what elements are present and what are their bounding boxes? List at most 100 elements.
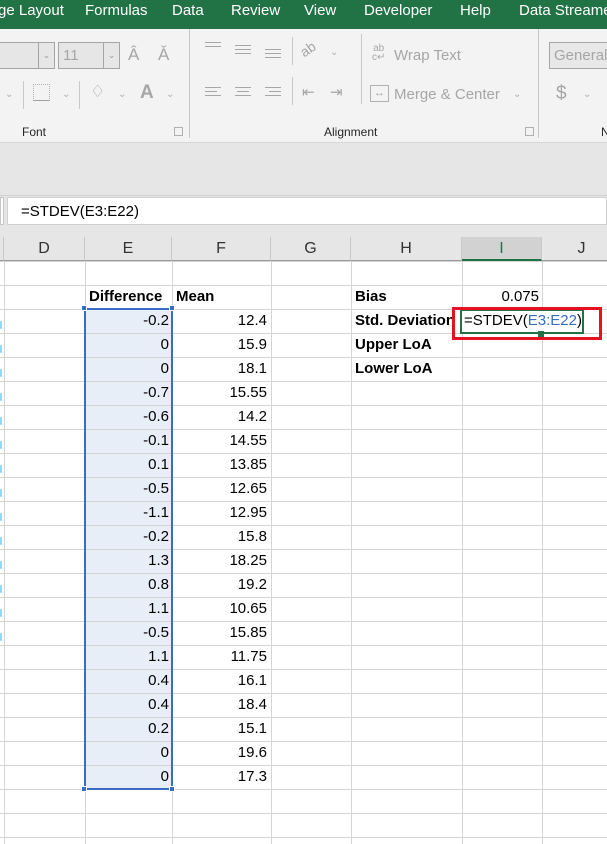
column-c-partial-content — [0, 321, 2, 329]
row-gridline — [0, 837, 607, 838]
mean-cell[interactable]: 15.55 — [172, 381, 270, 405]
mean-cell[interactable]: 12.4 — [172, 309, 270, 333]
bias-value-cell[interactable]: 0.075 — [462, 285, 542, 309]
mean-cell[interactable]: 12.95 — [172, 501, 270, 525]
divider — [79, 81, 80, 109]
range-resize-handle[interactable] — [169, 305, 175, 311]
font-color-icon[interactable]: A — [140, 82, 154, 104]
font-size-combo[interactable]: 11 ⌄ — [58, 42, 120, 69]
chevron-down-icon[interactable]: ⌄ — [38, 43, 54, 68]
mean-cell[interactable]: 16.1 — [172, 669, 270, 693]
chevron-down-icon[interactable]: ⌄ — [166, 89, 174, 100]
borders-icon[interactable] — [33, 84, 50, 101]
divider — [361, 34, 362, 104]
mean-cell[interactable]: 19.2 — [172, 573, 270, 597]
bias-label-cell[interactable]: Bias — [351, 285, 462, 309]
align-left-icon[interactable] — [205, 87, 221, 99]
range-resize-handle[interactable] — [81, 305, 87, 311]
wrap-text-button[interactable]: Wrap Text — [394, 47, 461, 64]
column-header-d[interactable]: D — [4, 237, 85, 261]
font-name-combo[interactable]: ⌄ — [0, 42, 55, 69]
lower-loa-label-cell[interactable]: Lower LoA — [351, 357, 462, 381]
range-resize-handle[interactable] — [169, 786, 175, 792]
mean-cell[interactable]: 19.6 — [172, 741, 270, 765]
mean-cell[interactable]: 18.25 — [172, 549, 270, 573]
formula-input[interactable]: =STDEV(E3:E22) — [7, 197, 607, 225]
column-c-partial-content — [0, 345, 2, 353]
column-gridline — [271, 261, 272, 844]
increase-font-size-icon[interactable]: Â — [128, 45, 139, 65]
mean-cell[interactable]: 18.4 — [172, 693, 270, 717]
middle-align-icon[interactable] — [235, 45, 251, 57]
decrease-font-size-icon[interactable]: Ǎ — [158, 45, 169, 65]
tab-page-layout[interactable]: ge Layout — [0, 2, 64, 19]
tab-data-streamer[interactable]: Data Streamer — [519, 2, 607, 19]
mean-cell[interactable]: 11.75 — [172, 645, 270, 669]
column-c-partial-content — [0, 369, 2, 377]
tab-data[interactable]: Data — [172, 2, 204, 19]
ribbon-tabs: ge Layout Formulas Data Review View Deve… — [0, 0, 607, 29]
range-selection-border[interactable] — [84, 308, 173, 790]
column-header-e[interactable]: E — [85, 237, 172, 261]
alignment-dialog-launcher-icon[interactable] — [525, 127, 534, 136]
mean-cell[interactable]: 12.65 — [172, 477, 270, 501]
divider — [292, 37, 293, 65]
chevron-down-icon[interactable]: ⌄ — [5, 89, 13, 100]
upper-loa-label-cell[interactable]: Upper LoA — [351, 333, 462, 357]
column-header-g[interactable]: G — [271, 237, 351, 261]
align-center-icon[interactable] — [235, 87, 251, 99]
divider — [189, 29, 190, 138]
align-right-icon[interactable] — [265, 87, 281, 99]
chevron-down-icon[interactable]: ⌄ — [103, 43, 119, 68]
mean-cell[interactable]: 15.9 — [172, 333, 270, 357]
name-box[interactable] — [0, 197, 4, 225]
bottom-align-icon[interactable] — [265, 49, 281, 61]
column-c-partial-content — [0, 465, 2, 473]
std-deviation-label-cell[interactable]: Std. Deviation — [351, 309, 462, 333]
increase-indent-icon[interactable]: ⇥ — [330, 83, 343, 101]
mean-cell[interactable]: 14.2 — [172, 405, 270, 429]
fill-handle[interactable] — [538, 331, 544, 337]
wrap-text-icon[interactable]: ab c↵ — [372, 44, 385, 63]
tab-formulas[interactable]: Formulas — [85, 2, 148, 19]
range-resize-handle[interactable] — [81, 786, 87, 792]
worksheet-grid[interactable]: Difference Mean -0.2 12.4 0 15.9 0 18.1 -0.7 15.5… — [0, 261, 607, 844]
column-c-partial-content — [0, 609, 2, 617]
row-gridline — [0, 813, 607, 814]
mean-cell[interactable]: 15.1 — [172, 717, 270, 741]
mean-cell[interactable]: 17.3 — [172, 765, 270, 789]
column-header-i[interactable]: I — [462, 237, 542, 261]
top-align-icon[interactable] — [205, 42, 221, 50]
tab-view[interactable]: View — [304, 2, 336, 19]
fill-color-icon[interactable]: ♢ — [90, 82, 105, 102]
tab-help[interactable]: Help — [460, 2, 491, 19]
difference-header-cell[interactable]: Difference — [85, 285, 172, 309]
number-format-value: General — [554, 47, 607, 64]
tab-developer[interactable]: Developer — [364, 2, 432, 19]
column-header-j[interactable]: J — [542, 237, 607, 261]
mean-cell[interactable]: 15.8 — [172, 525, 270, 549]
mean-header-cell[interactable]: Mean — [172, 285, 271, 309]
merge-center-icon[interactable]: ↔ — [370, 85, 389, 102]
chevron-down-icon[interactable]: ⌄ — [118, 89, 126, 100]
chevron-down-icon[interactable]: ⌄ — [62, 89, 70, 100]
std-deviation-edit-cell[interactable]: =STDEV(E3:E22) — [460, 309, 584, 334]
orientation-icon[interactable]: ab — [297, 38, 319, 60]
chevron-down-icon[interactable]: ⌄ — [330, 47, 338, 58]
column-header-h[interactable]: H — [351, 237, 462, 261]
currency-icon[interactable]: $ — [556, 83, 567, 105]
mean-cell[interactable]: 18.1 — [172, 357, 270, 381]
number-group-label: N — [601, 125, 607, 139]
chevron-down-icon[interactable]: ⌄ — [583, 89, 591, 100]
font-dialog-launcher-icon[interactable] — [174, 127, 183, 136]
number-format-combo[interactable]: General — [549, 42, 607, 69]
decrease-indent-icon[interactable]: ⇤ — [302, 83, 315, 101]
tab-review[interactable]: Review — [231, 2, 280, 19]
mean-cell[interactable]: 14.55 — [172, 429, 270, 453]
mean-cell[interactable]: 10.65 — [172, 597, 270, 621]
merge-center-button[interactable]: Merge & Center — [394, 86, 500, 103]
mean-cell[interactable]: 13.85 — [172, 453, 270, 477]
column-header-f[interactable]: F — [172, 237, 271, 261]
mean-cell[interactable]: 15.85 — [172, 621, 270, 645]
chevron-down-icon[interactable]: ⌄ — [513, 89, 521, 100]
